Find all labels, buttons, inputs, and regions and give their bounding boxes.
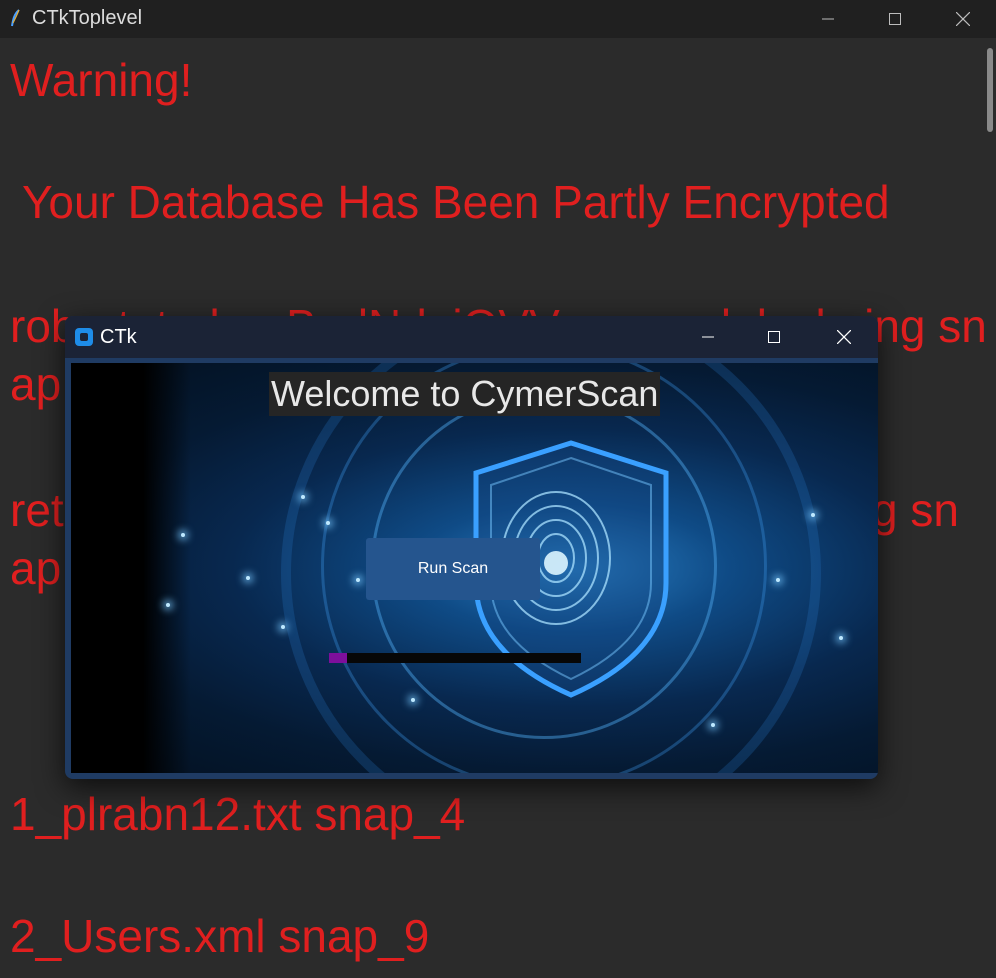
sparkle — [839, 636, 843, 640]
sparkle — [411, 698, 415, 702]
maximize-icon — [768, 331, 780, 343]
minimize-icon — [822, 18, 834, 20]
sparkle — [246, 576, 250, 580]
scrollbar-thumb[interactable] — [987, 48, 993, 132]
toplevel-titlebar: CTkToplevel — [0, 0, 996, 38]
encryption-message: Your Database Has Been Partly Encrypted — [10, 176, 890, 228]
ctk-close-button[interactable] — [811, 316, 877, 358]
toplevel-title: CTkToplevel — [32, 7, 143, 29]
run-scan-button[interactable]: Run Scan — [366, 538, 540, 600]
scan-progress-bar — [329, 653, 581, 663]
toplevel-minimize-button[interactable] — [795, 0, 861, 38]
ctk-title: CTk — [100, 326, 137, 348]
ctk-maximize-button[interactable] — [741, 316, 807, 358]
file-line-2: ret — [10, 484, 64, 536]
ctk-logo-icon — [75, 328, 93, 346]
warning-heading: Warning! — [10, 54, 193, 106]
sparkle — [166, 603, 170, 607]
file-line-2-cont: ap — [10, 542, 62, 594]
ctk-background-image: Welcome to CymerScan Run Scan — [71, 363, 878, 773]
close-icon — [837, 330, 851, 344]
welcome-label: Welcome to CymerScan — [269, 372, 661, 416]
toplevel-maximize-button[interactable] — [862, 0, 928, 38]
sparkle — [776, 578, 780, 582]
file-line-2-end: g sn — [872, 484, 959, 536]
feather-icon — [11, 9, 20, 27]
ctk-minimize-button[interactable] — [675, 316, 741, 358]
ctk-titlebar: CTk — [65, 316, 878, 358]
sparkle — [356, 578, 360, 582]
file-line-1-cont: ap — [10, 358, 62, 410]
sparkle — [181, 533, 185, 537]
sparkle — [711, 723, 715, 727]
toplevel-scrollbar[interactable] — [984, 42, 994, 972]
file-line-4: 2_Users.xml snap_9 — [10, 910, 430, 962]
file-line-3: 1_plrabn12.txt snap_4 — [10, 788, 466, 840]
scan-progress-fill — [329, 653, 347, 663]
image-shadow — [71, 363, 191, 773]
sparkle — [326, 521, 330, 525]
close-icon — [956, 12, 970, 26]
toplevel-close-button[interactable] — [930, 0, 996, 38]
sparkle — [301, 495, 305, 499]
minimize-icon — [702, 336, 714, 338]
ctk-window: CTk Welcome to CymerScan Run Scan — [65, 316, 878, 779]
sparkle — [281, 625, 285, 629]
sparkle — [811, 513, 815, 517]
maximize-icon — [889, 13, 901, 25]
